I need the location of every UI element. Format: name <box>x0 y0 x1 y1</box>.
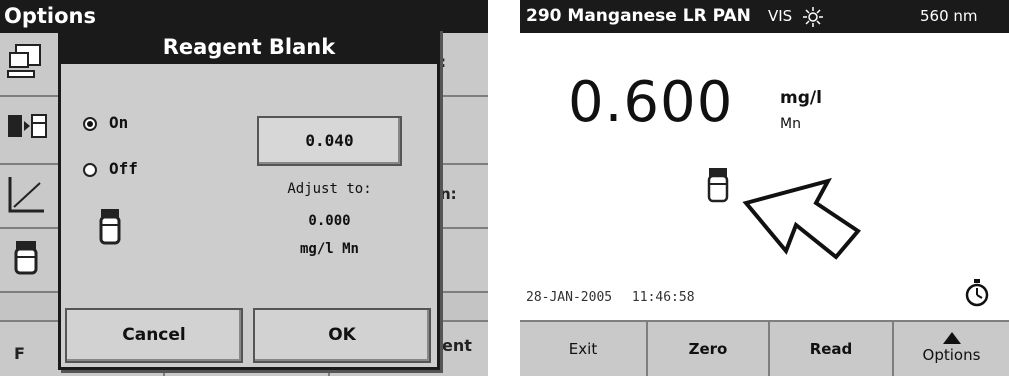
lamp-icon <box>803 7 823 27</box>
menu-item-1-text: : <box>440 53 446 71</box>
cancel-button[interactable]: Cancel <box>65 308 243 363</box>
dialog-title: Reagent Blank <box>61 31 437 64</box>
program-name: 290 Manganese LR PAN <box>526 6 751 26</box>
measurement-parameter: Mn <box>780 116 801 132</box>
left-instrument-screen: Options : n: F ent Reagent Blank On Off … <box>0 0 488 376</box>
vials-icon <box>8 114 47 138</box>
options-button-label: Options <box>922 346 981 364</box>
adjust-to-value: 0.000 <box>308 213 351 229</box>
sample-cell-icon <box>99 209 121 245</box>
radio-on-indicator[interactable] <box>83 116 97 131</box>
zero-button[interactable]: Zero <box>648 320 770 376</box>
measurement-unit: mg/l <box>780 88 822 108</box>
triangle-up-icon <box>942 332 961 344</box>
radio-off-indicator[interactable] <box>83 162 97 177</box>
calibration-curve-icon <box>8 177 44 213</box>
computer-icon <box>7 44 41 78</box>
blank-value-button[interactable]: 0.040 <box>257 116 402 166</box>
bottom-button-1-label: F <box>14 344 25 363</box>
exit-button[interactable]: Exit <box>520 320 648 376</box>
measurement-reading: 0.600 <box>568 70 734 135</box>
radio-on-label: On <box>109 113 129 132</box>
radio-off-label: Off <box>109 159 138 178</box>
bottom-button-3-label: ent <box>442 336 472 355</box>
read-button[interactable]: Read <box>770 320 894 376</box>
menu-item-3-text: n: <box>440 185 457 203</box>
timer-icon[interactable] <box>964 278 990 308</box>
adjust-to-unit: mg/l Mn <box>299 241 359 257</box>
radio-on[interactable]: On <box>83 113 128 132</box>
time-label: 11:46:58 <box>631 290 695 305</box>
mode-label: VIS <box>768 7 793 25</box>
reagent-blank-dialog: Reagent Blank On Off 0.040 Adjust to: 0.… <box>58 28 440 370</box>
wavelength-label: 560 nm <box>920 7 978 25</box>
date-label: 28-JAN-2005 <box>526 290 613 305</box>
adjust-to-label: Adjust to: <box>287 181 372 197</box>
sample-cell-icon <box>707 168 729 203</box>
right-instrument-screen: 290 Manganese LR PAN VIS 560 nm 0.600 mg… <box>520 0 1009 376</box>
pointer-arrow-icon <box>742 177 861 260</box>
program-title-bar: 290 Manganese LR PAN VIS 560 nm <box>520 0 1009 33</box>
options-button[interactable]: Options <box>894 320 1009 376</box>
options-title: Options <box>4 4 96 28</box>
sample-cell-icon <box>14 241 38 275</box>
radio-off[interactable]: Off <box>83 159 138 178</box>
ok-button[interactable]: OK <box>253 308 431 363</box>
date-time: 28-JAN-2005 11:46:58 <box>526 290 695 305</box>
